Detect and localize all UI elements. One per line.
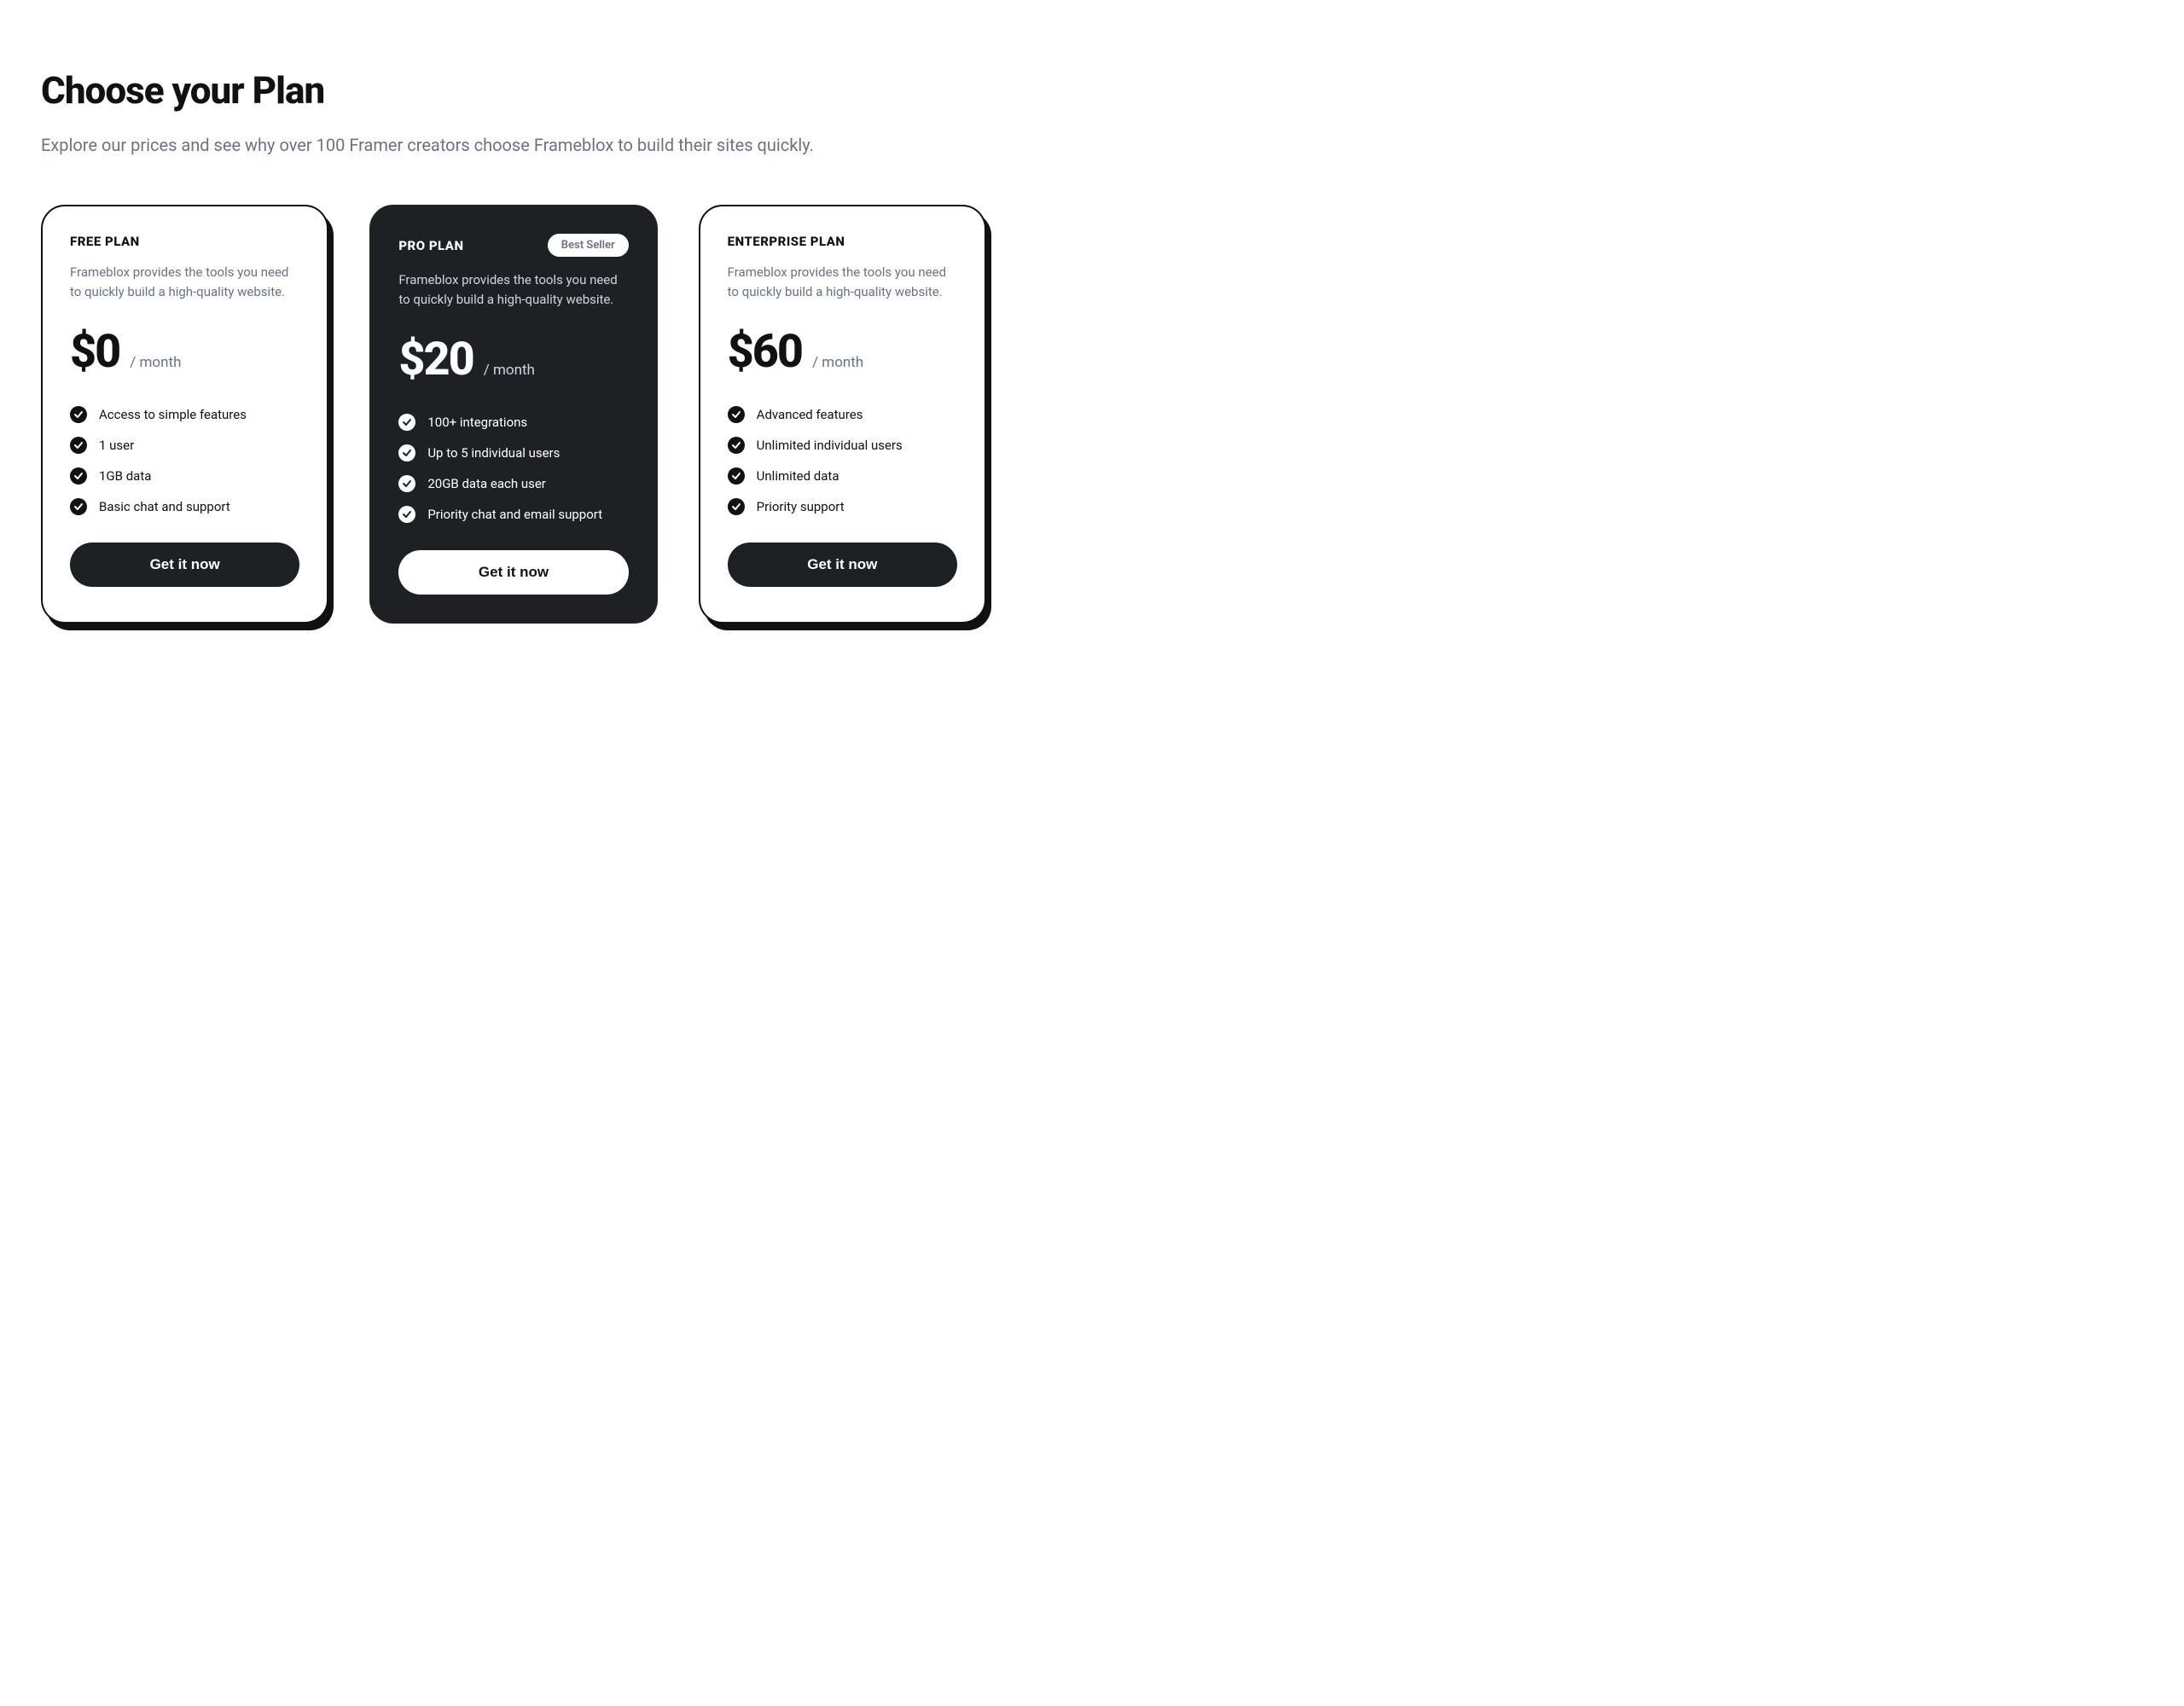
page-subtitle: Explore our prices and see why over 100 … [41, 133, 986, 157]
get-it-now-button[interactable]: Get it now [398, 550, 628, 595]
feature-text: Unlimited individual users [757, 438, 903, 453]
feature-text: Priority chat and email support [427, 507, 602, 522]
feature-item: Up to 5 individual users [398, 444, 628, 461]
plan-interval: / month [130, 354, 181, 371]
feature-text: Priority support [757, 499, 845, 514]
plan-name: FREE PLAN [70, 234, 140, 249]
feature-item: Advanced features [728, 406, 957, 423]
get-it-now-button[interactable]: Get it now [70, 543, 299, 587]
plan-name: ENTERPRISE PLAN [728, 234, 845, 249]
check-icon [398, 444, 415, 461]
check-icon [728, 467, 745, 485]
check-icon [70, 406, 87, 423]
feature-text: 20GB data each user [427, 476, 546, 491]
plan-card-pro: PRO PLAN Best Seller Frameblox provides … [369, 205, 657, 624]
check-icon [398, 506, 415, 523]
feature-text: 1 user [99, 438, 134, 453]
feature-item: Basic chat and support [70, 498, 299, 515]
feature-text: Up to 5 individual users [427, 445, 560, 461]
pricing-plans-row: FREE PLAN Frameblox provides the tools y… [41, 205, 986, 624]
best-seller-badge: Best Seller [548, 234, 629, 257]
feature-item: 20GB data each user [398, 475, 628, 492]
feature-item: 1GB data [70, 467, 299, 485]
plan-name: PRO PLAN [398, 238, 463, 253]
price-row: $60 / month [728, 325, 957, 379]
feature-list: Advanced features Unlimited individual u… [728, 406, 957, 515]
check-icon [398, 475, 415, 492]
plan-card-enterprise: ENTERPRISE PLAN Frameblox provides the t… [699, 205, 986, 624]
check-icon [70, 437, 87, 454]
feature-item: Unlimited data [728, 467, 957, 485]
feature-text: Basic chat and support [99, 499, 230, 514]
feature-list: Access to simple features 1 user 1GB dat… [70, 406, 299, 515]
feature-item: Access to simple features [70, 406, 299, 423]
feature-item: Priority support [728, 498, 957, 515]
feature-list: 100+ integrations Up to 5 individual use… [398, 414, 628, 523]
feature-text: 1GB data [99, 468, 151, 484]
feature-item: Unlimited individual users [728, 437, 957, 454]
check-icon [728, 498, 745, 515]
get-it-now-button[interactable]: Get it now [728, 543, 957, 587]
check-icon [70, 498, 87, 515]
feature-text: Access to simple features [99, 407, 247, 422]
feature-text: 100+ integrations [427, 415, 527, 430]
feature-text: Advanced features [757, 407, 863, 422]
plan-interval: / month [484, 362, 535, 379]
check-icon [70, 467, 87, 485]
check-icon [728, 406, 745, 423]
feature-text: Unlimited data [757, 468, 839, 484]
check-icon [398, 414, 415, 431]
check-icon [728, 437, 745, 454]
plan-card-free: FREE PLAN Frameblox provides the tools y… [41, 205, 328, 624]
feature-item: 1 user [70, 437, 299, 454]
plan-interval: / month [812, 354, 863, 371]
plan-price: $0 [70, 325, 119, 379]
plan-description: Frameblox provides the tools you need to… [70, 263, 299, 301]
feature-item: 100+ integrations [398, 414, 628, 431]
plan-price: $60 [728, 325, 802, 379]
plan-description: Frameblox provides the tools you need to… [728, 263, 957, 301]
plan-price: $20 [398, 333, 473, 386]
price-row: $20 / month [398, 333, 628, 386]
plan-description: Frameblox provides the tools you need to… [398, 270, 628, 309]
page-title: Choose your Plan [41, 68, 986, 113]
feature-item: Priority chat and email support [398, 506, 628, 523]
price-row: $0 / month [70, 325, 299, 379]
